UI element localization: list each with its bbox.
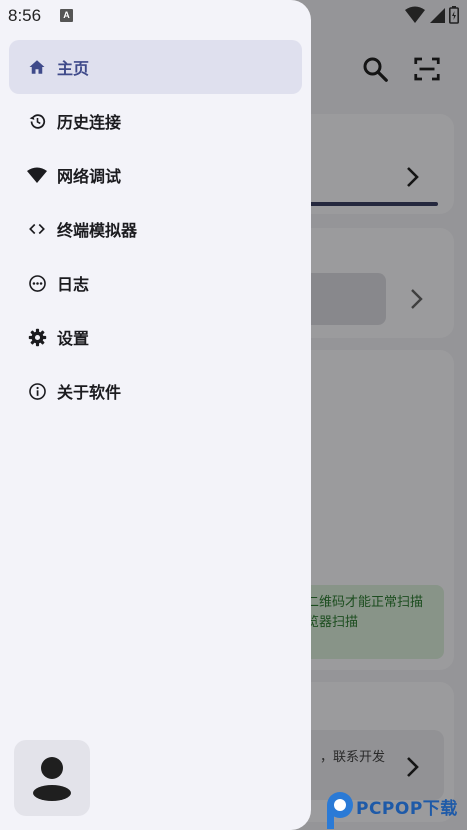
status-bar: 8:56 A	[0, 0, 467, 32]
drawer-item-network-debug[interactable]: 网络调试	[9, 148, 302, 202]
drawer-menu: 主页 历史连接 网络调试 终端模拟器 日志 设置 关于软件	[9, 40, 302, 418]
drawer-item-label: 终端模拟器	[57, 221, 138, 240]
history-icon	[27, 111, 47, 131]
home-icon	[27, 57, 47, 77]
drawer-item-settings[interactable]: 设置	[9, 310, 302, 364]
a-letter-icon: A	[60, 9, 73, 22]
more-horizontal-circle-icon	[27, 273, 47, 293]
watermark-text: PCPOP下载	[356, 799, 458, 819]
person-icon	[33, 757, 71, 801]
drawer-item-label: 主页	[57, 59, 90, 78]
battery-icon	[449, 6, 459, 24]
drawer-item-label: 网络调试	[57, 167, 122, 186]
gear-icon	[27, 327, 47, 347]
drawer-item-terminal[interactable]: 终端模拟器	[9, 202, 302, 256]
status-icons	[405, 6, 459, 24]
navigation-drawer: 主页 历史连接 网络调试 终端模拟器 日志 设置 关于软件	[0, 0, 311, 830]
avatar[interactable]	[14, 740, 90, 816]
wifi-icon	[405, 6, 425, 23]
status-time: 8:56	[8, 6, 42, 25]
wifi-icon	[27, 165, 47, 185]
drawer-item-label: 日志	[57, 275, 90, 294]
pcpop-logo-icon	[327, 792, 353, 829]
drawer-item-label: 设置	[57, 329, 90, 348]
pcpop-watermark: PCPOP下载	[322, 788, 467, 830]
code-icon	[27, 219, 47, 239]
info-icon	[27, 381, 47, 401]
drawer-item-label: 历史连接	[57, 113, 122, 132]
drawer-item-home[interactable]: 主页	[9, 40, 302, 94]
signal-icon	[430, 8, 445, 23]
drawer-item-history[interactable]: 历史连接	[9, 94, 302, 148]
drawer-item-label: 关于软件	[57, 383, 122, 402]
drawer-item-log[interactable]: 日志	[9, 256, 302, 310]
drawer-item-about[interactable]: 关于软件	[9, 364, 302, 418]
